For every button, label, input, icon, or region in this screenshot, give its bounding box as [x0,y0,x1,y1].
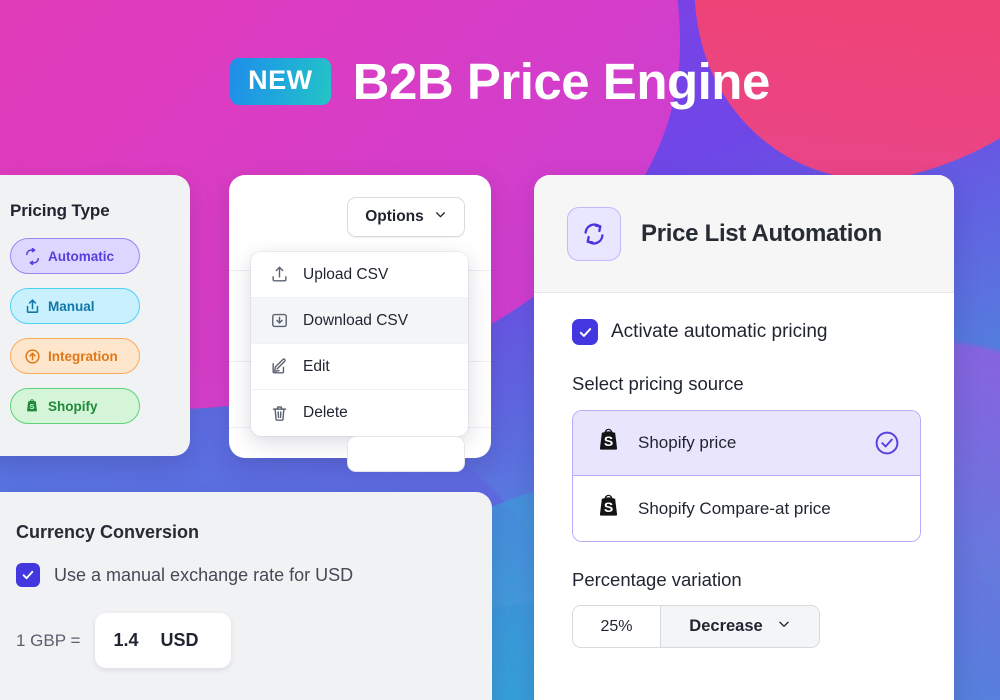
exchange-rate-input[interactable]: 1.4 USD [95,613,232,668]
pricing-type-pill-label: Automatic [48,248,115,264]
pricing-type-pill-manual[interactable]: Manual [10,288,140,324]
activate-automatic-pricing-checkbox[interactable] [572,319,598,345]
menu-item-upload-csv[interactable]: Upload CSV [251,252,468,298]
exchange-rate-currency: USD [160,630,199,650]
pricing-type-pill-label: Integration [48,348,118,364]
upload-box-icon [23,297,41,315]
pricing-type-pill-automatic[interactable]: Automatic [10,238,140,274]
pricing-type-pill-label: Shopify [48,398,98,414]
pricing-source-option-shopify-price[interactable]: S Shopify price [573,411,920,476]
menu-item-edit[interactable]: Edit [251,344,468,390]
percentage-variation-label: Percentage variation [572,569,742,590]
pricing-type-heading: Pricing Type [10,201,110,220]
pricing-type-pill-list: Automatic Manual Integration S Shopify [10,238,190,424]
percentage-direction-value: Decrease [689,617,763,635]
sync-arrows-icon [23,247,41,265]
new-badge: NEW [230,58,331,105]
currency-conversion-heading: Currency Conversion [16,522,200,542]
trash-icon [269,403,289,423]
automation-title: Price List Automation [641,219,882,247]
arrow-up-circle-icon [23,347,41,365]
menu-item-label: Download CSV [303,311,409,329]
options-button-label: Options [365,208,424,225]
menu-item-label: Edit [303,357,330,375]
pricing-type-pill-integration[interactable]: Integration [10,338,140,374]
shopify-bag-icon: S [23,397,41,415]
pricing-type-card: Pricing Type Automatic Manual Integratio… [0,175,190,456]
upload-icon [269,265,289,285]
app-canvas: NEW B2B Price Engine Pricing Type Automa… [0,0,1000,700]
menu-item-delete[interactable]: Delete [251,390,468,436]
chevron-down-icon [434,208,447,226]
svg-text:S: S [30,402,35,411]
pricing-source-option-shopify-compare-at-price[interactable]: S Shopify Compare-at price [573,476,920,541]
sync-refresh-icon [567,206,621,261]
page-title: B2B Price Engine [352,53,771,110]
pricing-type-pill-shopify[interactable]: S Shopify [10,388,140,424]
menu-item-label: Upload CSV [303,265,389,283]
menu-item-download-csv[interactable]: Download CSV [251,298,468,344]
options-card: Options Upload CSV Download CSV Edit Del… [229,175,491,472]
manual-exchange-rate-row[interactable]: Use a manual exchange rate for USD [16,563,492,587]
manual-exchange-rate-label: Use a manual exchange rate for USD [54,564,354,585]
activate-automatic-pricing-row[interactable]: Activate automatic pricing [572,319,921,345]
price-list-automation-card: Price List Automation Activate automatic… [534,175,954,700]
pricing-source-label: Shopify Compare-at price [638,498,831,518]
menu-item-label: Delete [303,404,348,421]
automation-header: Price List Automation [534,175,954,293]
pricing-source-list: S Shopify price S Shopify Compare-at pri… [572,410,921,542]
exchange-rate-prefix: 1 GBP = [16,630,81,650]
svg-text:S: S [604,499,613,515]
check-circle-icon [874,430,900,456]
exchange-rate-row: 1 GBP = 1.4 USD [16,613,492,668]
options-button[interactable]: Options [347,197,465,237]
secondary-button-partial[interactable] [347,436,465,472]
activate-automatic-pricing-label: Activate automatic pricing [611,321,828,342]
automation-body: Activate automatic pricing Select pricin… [534,293,954,648]
shopify-bag-icon: S [595,427,622,459]
percentage-value-input[interactable]: 25% [573,606,661,647]
chevron-down-icon [777,617,791,636]
pricing-source-label: Shopify price [638,433,737,452]
percentage-variation-group: 25% Decrease [572,605,820,648]
select-pricing-source-label: Select pricing source [572,373,744,394]
options-dropdown-menu: Upload CSV Download CSV Edit Delete [251,252,468,436]
svg-text:S: S [604,433,613,449]
download-box-icon [269,311,289,331]
exchange-rate-value: 1.4 [113,630,139,650]
pencil-square-icon [269,357,289,377]
percentage-direction-select[interactable]: Decrease [661,606,819,647]
manual-exchange-rate-checkbox[interactable] [16,563,40,587]
shopify-bag-icon: S [595,493,622,525]
pricing-type-pill-label: Manual [48,298,95,314]
hero-banner: NEW B2B Price Engine [0,56,1000,107]
currency-conversion-card: Currency Conversion Use a manual exchang… [0,492,492,700]
